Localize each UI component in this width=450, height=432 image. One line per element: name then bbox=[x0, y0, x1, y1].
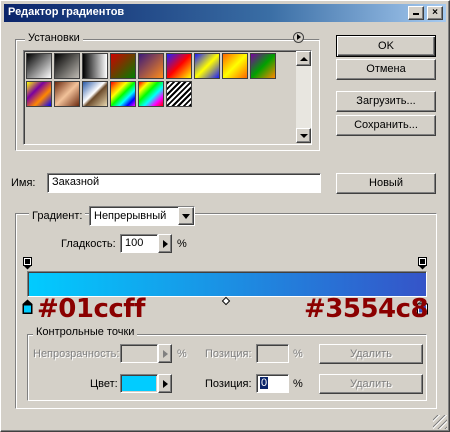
opacity-unit: % bbox=[177, 348, 187, 360]
scroll-down-button[interactable] bbox=[296, 128, 311, 143]
opacity-delete-button[interactable]: Удалить bbox=[319, 344, 423, 364]
minimize-button[interactable] bbox=[408, 6, 424, 20]
opacity-label: Непрозрачность: bbox=[33, 348, 120, 360]
smoothness-field[interactable]: 100 bbox=[120, 234, 158, 253]
color-stop-left[interactable] bbox=[22, 299, 33, 318]
preset-blue-yellow-blue[interactable] bbox=[194, 53, 220, 79]
color-stop-icon bbox=[22, 299, 33, 314]
close-button[interactable]: × bbox=[427, 6, 443, 20]
cancel-button[interactable]: Отмена bbox=[336, 59, 436, 80]
name-label: Имя: bbox=[11, 177, 36, 189]
presets-menu-button[interactable] bbox=[293, 32, 304, 43]
opacity-position-field[interactable] bbox=[256, 344, 289, 363]
color-position-label: Позиция: bbox=[205, 378, 252, 390]
color-menu-button[interactable] bbox=[158, 374, 172, 393]
window-title: Редактор градиентов bbox=[8, 6, 125, 18]
preset-orange-yellow-orange[interactable] bbox=[222, 53, 248, 79]
scroll-down-icon bbox=[300, 134, 308, 138]
preset-spectrum[interactable] bbox=[110, 81, 136, 107]
smoothness-slider-button[interactable] bbox=[158, 234, 172, 253]
preset-blue-red-yellow[interactable] bbox=[166, 53, 192, 79]
chevron-down-icon bbox=[182, 214, 190, 219]
minimize-icon bbox=[413, 13, 419, 15]
opacity-position-unit: % bbox=[293, 348, 303, 360]
title-bar[interactable]: Редактор градиентов × bbox=[4, 4, 446, 22]
new-button[interactable]: Новый bbox=[336, 173, 436, 194]
end-color-annotation: #3554c8 bbox=[304, 294, 429, 324]
close-icon: × bbox=[432, 7, 438, 18]
smoothness-label: Гладкость: bbox=[61, 238, 116, 250]
gradient-editor-window: Редактор градиентов × Установки OK Отмен… bbox=[0, 0, 450, 432]
opacity-slider-button[interactable] bbox=[158, 344, 172, 363]
triangle-right-icon bbox=[297, 34, 301, 40]
preset-red-green[interactable] bbox=[110, 53, 136, 79]
preset-copper[interactable] bbox=[54, 81, 80, 107]
stops-group-label: Контрольные точки bbox=[33, 326, 138, 338]
color-swatch-fill bbox=[122, 376, 156, 391]
scroll-up-button[interactable] bbox=[296, 51, 311, 66]
opacity-position-label: Позиция: bbox=[205, 348, 252, 360]
preset-transparent-stripes[interactable] bbox=[166, 81, 192, 107]
presets-scrollbar[interactable] bbox=[296, 51, 311, 143]
color-position-field[interactable]: 0 bbox=[256, 374, 289, 393]
ok-button[interactable]: OK bbox=[336, 35, 436, 57]
scroll-up-icon bbox=[300, 57, 308, 61]
presets-label: Установки bbox=[25, 32, 83, 44]
color-position-value: 0 bbox=[260, 377, 269, 389]
opacity-field[interactable] bbox=[120, 344, 158, 363]
opacity-stop-left[interactable] bbox=[23, 257, 32, 270]
gradient-type-select[interactable]: Непрерывный bbox=[89, 206, 195, 226]
smoothness-unit: % bbox=[177, 238, 187, 250]
presets-grid bbox=[24, 51, 296, 143]
opacity-stop-icon bbox=[23, 257, 32, 270]
color-position-unit: % bbox=[293, 378, 303, 390]
preset-fg-transparent[interactable] bbox=[54, 53, 80, 79]
preset-chrome[interactable] bbox=[82, 81, 108, 107]
gradient-type-value: Непрерывный bbox=[94, 210, 167, 222]
triangle-right-icon bbox=[163, 380, 168, 388]
triangle-right-icon bbox=[163, 350, 168, 358]
load-button[interactable]: Загрузить... bbox=[336, 91, 436, 112]
preset-yellow-violet-orange-blue[interactable] bbox=[26, 81, 52, 107]
resize-grip[interactable] bbox=[433, 415, 447, 429]
preset-violet-orange[interactable] bbox=[138, 53, 164, 79]
name-field[interactable]: Заказной bbox=[47, 173, 321, 193]
color-label: Цвет: bbox=[90, 378, 118, 390]
color-delete-button[interactable]: Удалить bbox=[319, 374, 423, 394]
gradient-type-label: Градиент: bbox=[29, 210, 86, 222]
preset-fg-bg[interactable] bbox=[26, 53, 52, 79]
preset-transparent-rainbow[interactable] bbox=[138, 81, 164, 107]
preset-black-white[interactable] bbox=[82, 53, 108, 79]
color-swatch[interactable] bbox=[120, 374, 158, 393]
presets-palette bbox=[23, 50, 312, 145]
start-color-annotation: #01ccff bbox=[37, 294, 145, 324]
opacity-stop-right[interactable] bbox=[418, 257, 427, 270]
gradient-type-dropdown-button[interactable] bbox=[178, 207, 194, 225]
triangle-right-icon bbox=[163, 240, 168, 248]
save-button[interactable]: Сохранить... bbox=[336, 115, 436, 136]
preset-violet-green-orange[interactable] bbox=[250, 53, 276, 79]
opacity-stop-icon bbox=[418, 257, 427, 270]
